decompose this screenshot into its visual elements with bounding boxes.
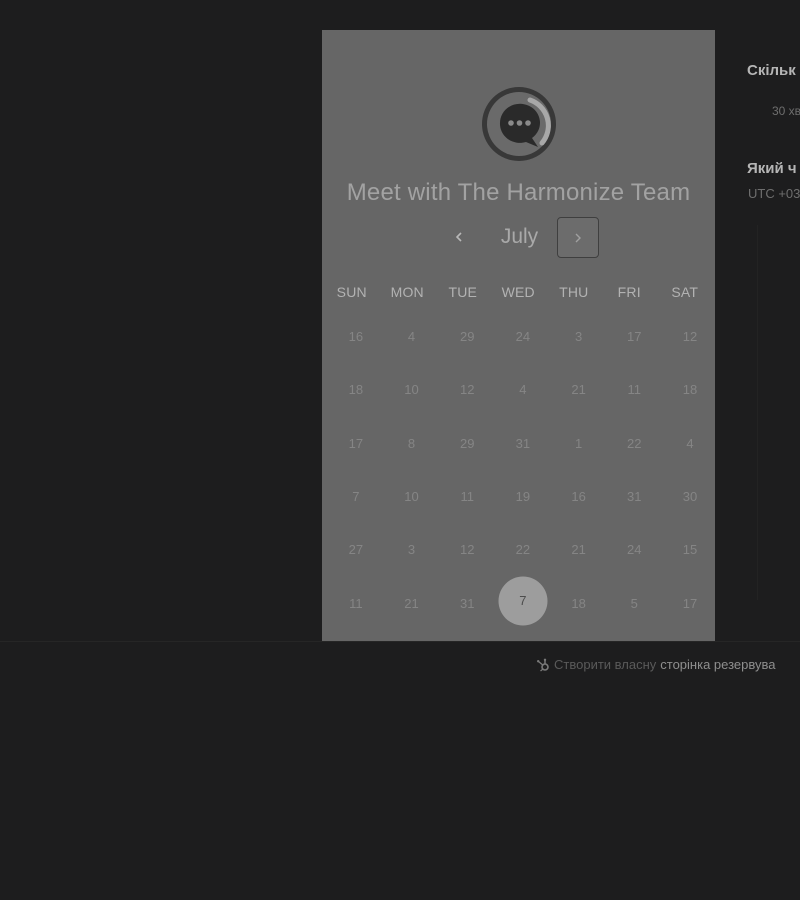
calendar-day: 30: [682, 489, 698, 505]
calendar-day: 21: [571, 542, 586, 558]
calendar-day: 17: [627, 329, 642, 345]
chevron-left-icon: [455, 232, 462, 242]
weekday-fri: FRI: [617, 284, 641, 300]
calendar-day: 31: [627, 489, 642, 505]
calendar-day: 21: [404, 595, 419, 611]
calendar-day: 27: [348, 542, 364, 558]
calendar-day: 18: [348, 382, 364, 398]
calendar-day: 11: [460, 489, 474, 505]
calendar-day: 18: [682, 382, 698, 398]
calendar-day: 11: [349, 595, 363, 611]
calendar-day: 3: [574, 329, 583, 345]
calendar-day: 17: [348, 435, 364, 451]
month-label: July: [500, 225, 539, 248]
calendar-day: 3: [407, 542, 416, 558]
duration-option[interactable]: 30 хв: [772, 104, 800, 118]
weekday-sat: SAT: [671, 284, 699, 300]
weekday-header: SUN MON TUE WED THU FRI SAT: [324, 284, 713, 300]
calendar-day: 12: [682, 329, 698, 345]
footer-text: Створити власну: [554, 657, 657, 672]
calendar-day: 22: [627, 435, 642, 451]
duration-heading: Скільк: [747, 62, 796, 79]
next-month-button[interactable]: [557, 217, 599, 258]
calendar-day: 4: [407, 329, 416, 345]
calendar-day: 8: [407, 435, 416, 451]
selected-day[interactable]: 7: [495, 576, 551, 629]
calendar-day: 24: [515, 329, 531, 345]
calendar-day: 4: [686, 435, 694, 451]
calendar-day: 31: [459, 595, 475, 611]
weekday-sun: SUN: [336, 284, 367, 300]
footer-link[interactable]: сторінка резервува: [660, 657, 775, 672]
calendar-day: 5: [630, 595, 638, 611]
times-divider: [757, 225, 758, 600]
calendar-day: 24: [627, 542, 642, 558]
calendar-day: 16: [571, 489, 586, 505]
calendar-day: 19: [515, 489, 531, 505]
booking-card: Meet with The Harmonize Team July SUN MO…: [322, 30, 715, 642]
calendar-day: 12: [459, 382, 475, 398]
calendar-day: 15: [682, 542, 698, 558]
chevron-right-icon: [575, 233, 581, 242]
calendar-day: 18: [571, 595, 586, 611]
calendar-day: 16: [348, 329, 364, 345]
prev-month-button[interactable]: [448, 226, 470, 248]
footer-branding: Створити власну сторінка резервува: [536, 657, 775, 672]
calendar-day: 17: [682, 595, 698, 611]
hubspot-sprocket-icon: [537, 658, 549, 672]
calendar-day: 4: [519, 382, 527, 398]
weekday-tue: TUE: [448, 284, 478, 300]
calendar-day: 29: [459, 435, 475, 451]
calendar-grid: 16 4 29 24 3 17 12 18 10 12 4 21 11 18 1…: [328, 310, 718, 630]
timezone-selector[interactable]: UTC +03: [748, 186, 800, 201]
calendar-day: 12: [459, 542, 475, 558]
calendar-day: 10: [404, 382, 419, 398]
calendar-day: 7: [352, 489, 360, 505]
meeting-title: Meet with The Harmonize Team: [346, 179, 691, 206]
chat-bubble-logo-icon: [480, 85, 558, 163]
calendar-day: 10: [404, 489, 419, 505]
calendar-day: 1: [574, 435, 583, 451]
calendar-day: 29: [459, 329, 475, 345]
selected-day-number: 7: [519, 592, 527, 608]
weekday-wed: WED: [501, 284, 535, 300]
calendar-day: 11: [627, 382, 642, 398]
calendar-day: 22: [515, 542, 531, 558]
calendar-day: 31: [515, 435, 531, 451]
page: Meet with The Harmonize Team July SUN MO…: [0, 0, 800, 900]
calendar-day: 21: [571, 382, 586, 398]
time-heading: Який ч: [747, 160, 797, 177]
page-divider: [0, 641, 800, 642]
weekday-mon: MON: [390, 284, 424, 300]
weekday-thu: THU: [559, 284, 589, 300]
